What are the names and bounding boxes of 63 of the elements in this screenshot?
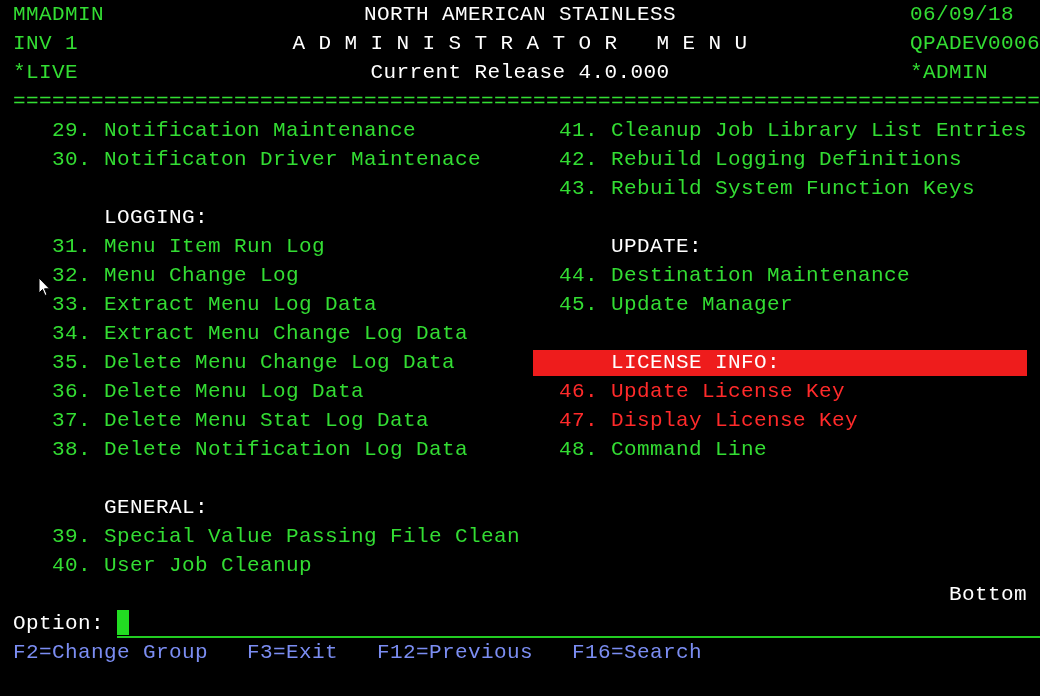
more-indicator: Bottom xyxy=(949,582,1027,607)
menu-option[interactable]: Notification Maintenance xyxy=(104,118,417,143)
menu-option[interactable]: Delete Menu Log Data xyxy=(104,379,365,404)
section-heading: GENERAL: xyxy=(104,494,209,521)
header-text: 06/09/18 xyxy=(910,2,1015,27)
menu-option[interactable]: Special Value Passing File Clean xyxy=(104,524,521,549)
menu-option[interactable]: Delete Menu Stat Log Data xyxy=(104,408,430,433)
text-cursor-icon xyxy=(117,610,129,635)
menu-option[interactable]: Notificaton Driver Maintenace xyxy=(104,147,482,172)
option-number: 31. xyxy=(52,234,91,259)
function-key[interactable]: F3=Exit xyxy=(247,640,338,665)
option-number: 47. xyxy=(559,408,598,433)
menu-option[interactable]: Command Line xyxy=(611,437,768,462)
menu-option[interactable]: Menu Item Run Log xyxy=(104,234,326,259)
menu-option[interactable]: Cleanup Job Library List Entries xyxy=(611,118,1028,143)
option-number: 37. xyxy=(52,408,91,433)
mouse-pointer-icon xyxy=(38,277,51,297)
header-text: QPADEV0006 xyxy=(910,31,1040,56)
section-heading: LOGGING: xyxy=(104,204,209,231)
option-field[interactable] xyxy=(117,609,1040,638)
option-number: 29. xyxy=(52,118,91,143)
header-text: INV 1 xyxy=(13,31,78,56)
option-label: Option: xyxy=(13,611,104,636)
option-number: 35. xyxy=(52,350,91,375)
header-text: MMADMIN xyxy=(13,2,104,27)
option-number: 45. xyxy=(559,292,598,317)
menu-option[interactable]: Extract Menu Change Log Data xyxy=(104,321,469,346)
option-number: 42. xyxy=(559,147,598,172)
menu-title: A D M I N I S T R A T O R M E N U xyxy=(292,31,748,56)
option-number: 38. xyxy=(52,437,91,462)
option-number: 40. xyxy=(52,553,91,578)
menu-option[interactable]: Display License Key xyxy=(611,408,859,433)
separator-line: =============================================================================== xyxy=(13,89,1040,114)
menu-option[interactable]: Delete Menu Change Log Data xyxy=(104,350,456,375)
section-heading: UPDATE: xyxy=(611,233,702,260)
function-key[interactable]: F12=Previous xyxy=(377,640,534,665)
menu-option[interactable]: Rebuild Logging Definitions xyxy=(611,147,963,172)
option-number: 43. xyxy=(559,176,598,201)
menu-option[interactable]: Delete Notification Log Data xyxy=(104,437,469,462)
option-number: 32. xyxy=(52,263,91,288)
option-number: 30. xyxy=(52,147,91,172)
header-title: Current Release 4.0.000 xyxy=(370,60,670,85)
header-text: *LIVE xyxy=(13,60,78,85)
header-title: NORTH AMERICAN STAINLESS xyxy=(363,2,677,27)
menu-option[interactable]: Update Manager xyxy=(611,292,794,317)
option-number: 39. xyxy=(52,524,91,549)
option-number: 36. xyxy=(52,379,91,404)
option-number: 34. xyxy=(52,321,91,346)
option-number: 44. xyxy=(559,263,598,288)
menu-option[interactable]: User Job Cleanup xyxy=(104,553,313,578)
function-key[interactable]: F16=Search xyxy=(572,640,703,665)
option-number: 46. xyxy=(559,379,598,404)
option-number: 33. xyxy=(52,292,91,317)
menu-option[interactable]: Menu Change Log xyxy=(104,263,300,288)
menu-option[interactable]: Extract Menu Log Data xyxy=(104,292,378,317)
menu-option[interactable]: Update License Key xyxy=(611,379,846,404)
section-heading: LICENSE INFO: xyxy=(533,349,1027,376)
menu-option[interactable]: Destination Maintenance xyxy=(611,263,911,288)
menu-option[interactable]: Rebuild System Function Keys xyxy=(611,176,976,201)
option-number: 48. xyxy=(559,437,598,462)
header-text: *ADMIN xyxy=(910,60,988,85)
option-number: 41. xyxy=(559,118,598,143)
function-key[interactable]: F2=Change Group xyxy=(13,640,209,665)
